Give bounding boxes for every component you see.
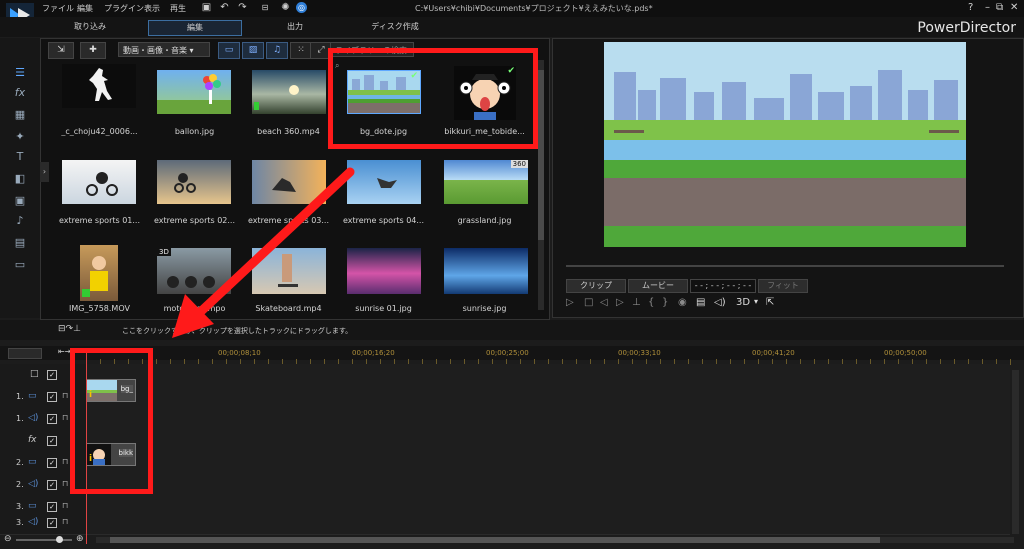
annotation-arrow	[172, 167, 355, 338]
